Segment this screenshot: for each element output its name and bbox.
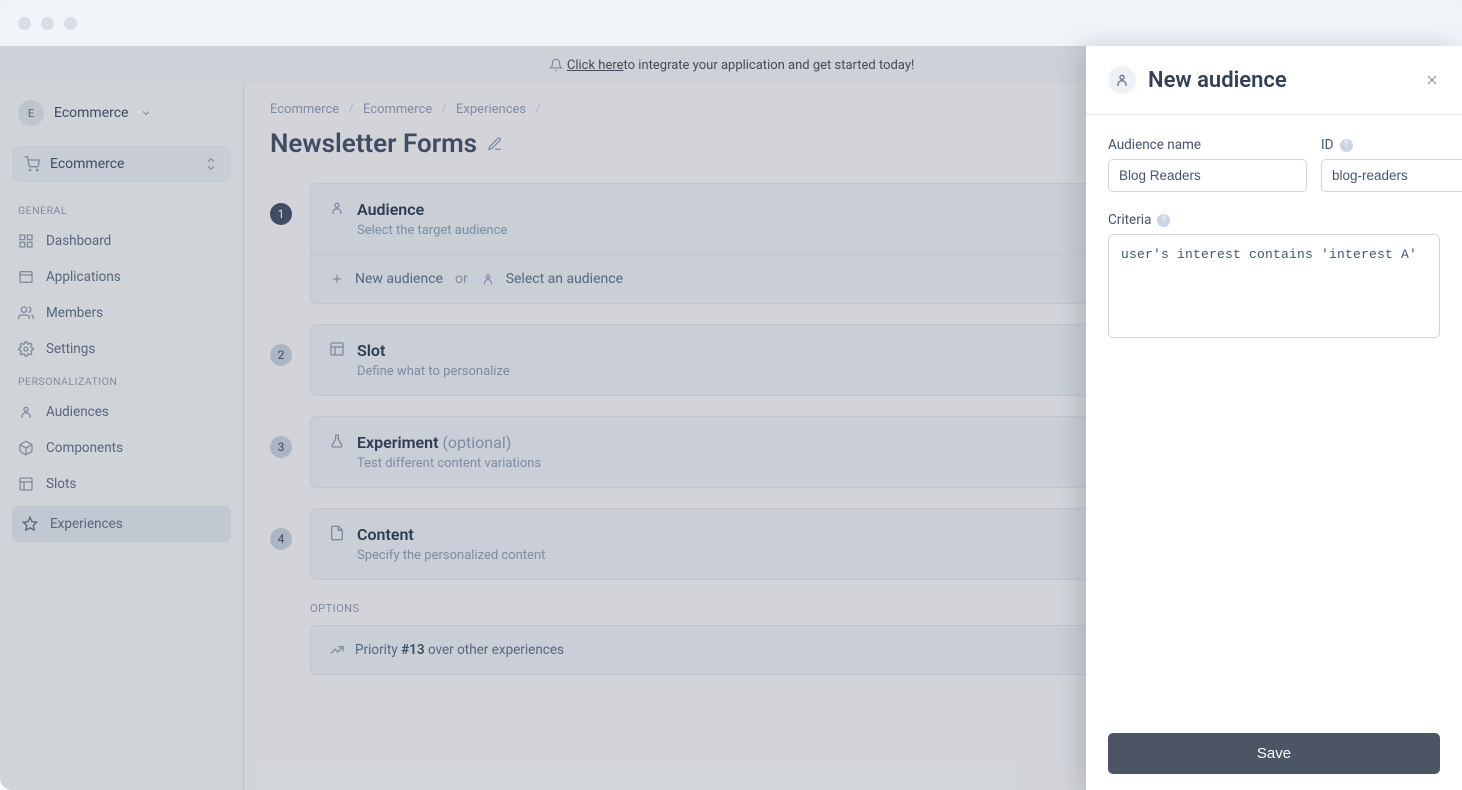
audience-icon [1108, 66, 1136, 94]
audience-id-field[interactable] [1321, 159, 1462, 192]
close-icon[interactable] [1424, 72, 1440, 88]
window-dot [41, 17, 54, 30]
audience-id-label: ID ? [1321, 137, 1462, 153]
window-dot [18, 17, 31, 30]
audience-name-field[interactable] [1108, 159, 1307, 192]
info-icon[interactable]: ? [1340, 139, 1353, 152]
criteria-label-text: Criteria [1108, 212, 1151, 228]
audience-id-label-text: ID [1321, 137, 1334, 153]
drawer-title: New audience [1148, 68, 1287, 93]
audience-name-label: Audience name [1108, 137, 1307, 153]
browser-titlebar [0, 0, 1462, 46]
app-frame: Click here to integrate your application… [0, 46, 1462, 790]
window-dot [64, 17, 77, 30]
save-button[interactable]: Save [1108, 733, 1440, 774]
modal-overlay[interactable] [0, 46, 1086, 790]
criteria-label: Criteria ? [1108, 212, 1440, 228]
info-icon[interactable]: ? [1157, 214, 1170, 227]
new-audience-drawer: New audience Audience name ID ? [1086, 46, 1462, 790]
criteria-field[interactable] [1108, 234, 1440, 338]
